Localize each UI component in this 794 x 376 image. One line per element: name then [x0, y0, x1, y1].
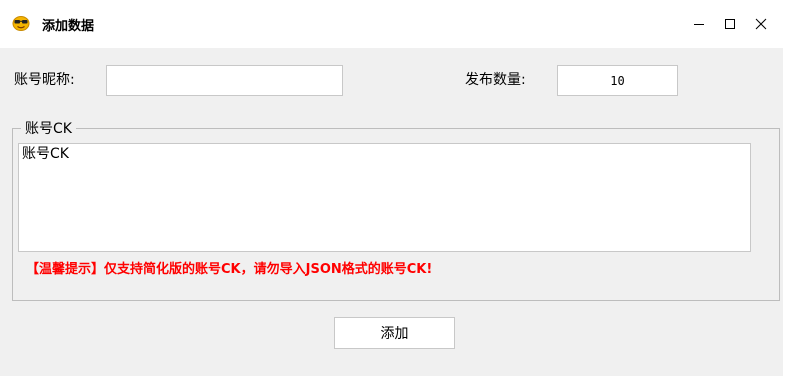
nickname-label: 账号昵称:: [14, 72, 75, 88]
close-icon: [755, 18, 767, 30]
account-ck-group-title: 账号CK: [25, 121, 72, 137]
title-bar[interactable]: 添加数据: [0, 0, 783, 48]
minimize-icon: [693, 18, 705, 30]
maximize-button[interactable]: [713, 8, 747, 40]
account-ck-textarea[interactable]: 账号CK: [18, 143, 751, 252]
nickname-input[interactable]: [106, 65, 343, 96]
window-title: 添加数据: [42, 19, 95, 34]
add-button[interactable]: 添加: [334, 317, 455, 349]
minimize-button[interactable]: [682, 8, 716, 40]
add-data-dialog: 添加数据 账号昵称: 发布数量: 10 账号CK 账号CK 【温馨提示】仅支持简…: [0, 0, 783, 376]
background-edge: [783, 0, 794, 376]
warm-tip-text: 【温馨提示】仅支持简化版的账号CK，请勿导入JSON格式的账号CK!: [26, 262, 433, 277]
quantity-label: 发布数量:: [465, 72, 526, 88]
close-button[interactable]: [744, 8, 778, 40]
sunglasses-face-icon: [12, 15, 30, 31]
maximize-icon: [724, 18, 736, 30]
quantity-input[interactable]: 10: [557, 65, 678, 96]
